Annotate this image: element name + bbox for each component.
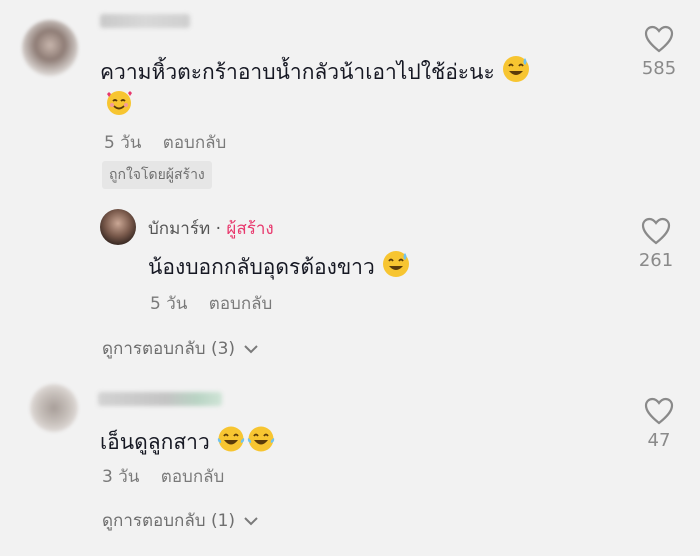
username-blurred[interactable] [100,14,190,28]
reply-button[interactable]: ตอบกลับ [209,294,273,314]
chevron-down-icon [244,344,258,353]
reply-like-button[interactable]: 261 [626,216,686,271]
like-button[interactable]: 47 [629,396,689,451]
reply-time: 5 วัน [150,294,188,314]
view-replies-label: ดูการตอบกลับ (1) [102,511,236,531]
sweat-smile-icon [381,249,411,287]
view-replies-button[interactable]: ดูการตอบกลับ (1) [102,507,259,534]
like-count: 47 [647,430,671,451]
reply-button[interactable]: ตอบกลับ [163,133,227,153]
tears-of-joy-icon [246,424,276,462]
reply-button[interactable]: ตอบกลับ [161,467,225,487]
view-replies-button[interactable]: ดูการตอบกลับ (3) [102,335,259,362]
reply-header: บักมาร์ท · ผู้สร้าง [148,215,274,242]
comment-text: ความหิ้วตะกร้าอาบน้ำกลัวน้าเอาไปใช้อ่ะนะ [100,54,531,92]
comment-time: 5 วัน [104,133,142,153]
separator: · [215,219,221,239]
reply-text: น้องบอกกลับอุดรต้องขาว [148,249,411,287]
sweat-smile-icon [501,54,531,92]
view-replies-label: ดูการตอบกลับ (3) [102,339,236,359]
heart-icon [641,217,671,245]
liked-by-creator-badge: ถูกใจโดยผู้สร้าง [102,161,212,189]
avatar[interactable] [22,20,78,76]
reply-meta: 5 วัน ตอบกลับ [150,290,272,317]
creator-avatar[interactable] [100,209,136,245]
like-button[interactable]: 585 [629,24,689,79]
heart-icon [644,397,674,425]
comment-meta: 5 วัน ตอบกลับ [104,129,226,156]
comment-body: เอ็นดูลูกสาว [100,430,210,454]
like-count: 585 [641,58,677,79]
creator-tag: ผู้สร้าง [226,219,274,239]
username-blurred[interactable] [98,392,222,406]
comment-meta: 3 วัน ตอบกลับ [102,463,224,490]
creator-username[interactable]: บักมาร์ท [148,219,210,239]
comment-time: 3 วัน [102,467,140,487]
comment-text: เอ็นดูลูกสาว [100,424,276,462]
heart-icon [644,25,674,53]
tears-of-joy-icon [216,424,246,462]
avatar[interactable] [30,384,78,432]
chevron-down-icon [244,516,258,525]
reply-body: น้องบอกกลับอุดรต้องขาว [148,255,375,279]
smiling-face-with-hearts-icon [104,88,134,122]
like-count: 261 [638,250,674,271]
comment-body: ความหิ้วตะกร้าอาบน้ำกลัวน้าเอาไปใช้อ่ะนะ [100,60,495,84]
